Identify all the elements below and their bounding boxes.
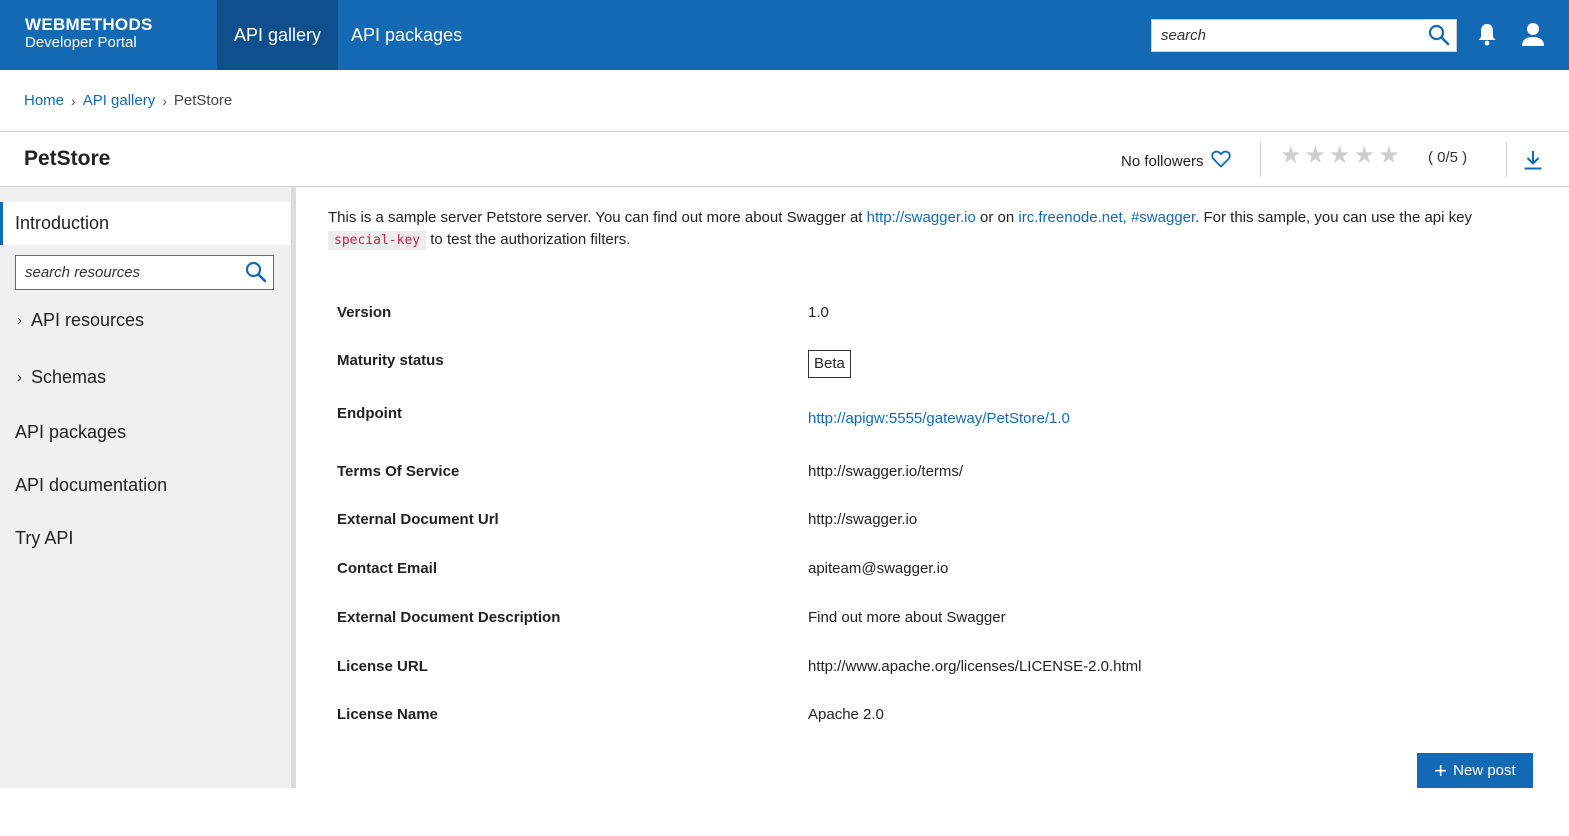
breadcrumb-current: PetStore xyxy=(173,92,233,109)
sidebar-item-label: API resources xyxy=(31,310,145,330)
ext-doc-url-value: http://swagger.io xyxy=(808,511,918,528)
resource-search xyxy=(15,255,274,290)
plus-icon: + xyxy=(1434,757,1448,783)
page-title: PetStore xyxy=(24,147,111,170)
endpoint-link[interactable]: http://apigw:5555/gateway/PetStore/1.0 xyxy=(808,410,1070,427)
contact-email-value: apiteam@swagger.io xyxy=(808,560,949,577)
api-description: This is a sample server Petstore server.… xyxy=(328,207,1528,252)
new-post-label: New post xyxy=(1453,762,1516,779)
download-icon[interactable] xyxy=(1523,150,1543,175)
divider xyxy=(1506,142,1507,177)
license-name-value: Apache 2.0 xyxy=(808,706,884,723)
status-badge: Beta xyxy=(808,350,851,378)
star-icon[interactable]: ★ xyxy=(1280,144,1302,168)
bell-icon[interactable] xyxy=(1477,22,1497,52)
chevron-right-icon: › xyxy=(162,92,167,109)
sidebar-item-label: Schemas xyxy=(31,367,107,387)
sidebar: Introduction › API resources › Schemas A… xyxy=(0,187,291,788)
license-url-label: License URL xyxy=(337,658,428,675)
version-label: Version xyxy=(337,304,392,321)
star-icon[interactable]: ★ xyxy=(1378,144,1400,168)
swagger-link[interactable]: http://swagger.io xyxy=(867,209,976,226)
sidebar-item-api-resources[interactable]: › API resources xyxy=(15,310,144,331)
divider xyxy=(1260,142,1261,177)
user-icon[interactable] xyxy=(1521,22,1545,52)
divider xyxy=(0,131,1569,132)
sidebar-item-try-api[interactable]: Try API xyxy=(15,528,73,549)
chevron-right-icon: › xyxy=(17,369,22,386)
license-url-value: http://www.apache.org/licenses/LICENSE-2… xyxy=(808,658,1142,675)
sidebar-item-api-packages[interactable]: API packages xyxy=(15,422,126,443)
contact-email-label: Contact Email xyxy=(337,560,438,577)
global-search xyxy=(1151,19,1457,52)
portal-logo[interactable]: WEBMETHODS Developer Portal xyxy=(25,16,153,52)
description-text: or on xyxy=(975,209,1019,226)
sidebar-item-introduction[interactable]: Introduction xyxy=(0,202,291,245)
search-icon[interactable] xyxy=(245,261,267,288)
star-rating[interactable]: ★ ★ ★ ★ ★ xyxy=(1280,144,1400,168)
sidebar-item-schemas[interactable]: › Schemas xyxy=(15,367,106,388)
chevron-right-icon: › xyxy=(17,312,22,329)
license-name-label: License Name xyxy=(337,706,438,723)
heart-icon[interactable] xyxy=(1210,150,1231,172)
ext-doc-url-label: External Document Url xyxy=(337,511,499,528)
description-text: to test the authorization filters. xyxy=(426,231,631,248)
star-icon[interactable]: ★ xyxy=(1354,144,1376,168)
ext-doc-desc-value: Find out more about Swagger xyxy=(808,609,1006,626)
terms-label: Terms Of Service xyxy=(337,463,460,480)
description-text: This is a sample server Petstore server.… xyxy=(328,209,867,226)
breadcrumb-api-gallery[interactable]: API gallery xyxy=(83,92,156,109)
tab-api-gallery[interactable]: API gallery xyxy=(217,0,339,70)
description-text: . For this sample, you can use the api k… xyxy=(1195,209,1472,226)
followers-label: No followers xyxy=(1121,152,1204,170)
irc-link[interactable]: irc.freenode.net, #swagger xyxy=(1018,209,1195,226)
breadcrumb: Home › API gallery › PetStore xyxy=(24,92,232,109)
logo-subtitle: Developer Portal xyxy=(25,34,137,51)
resource-search-input[interactable] xyxy=(16,256,236,289)
terms-value: http://swagger.io/terms/ xyxy=(808,463,964,480)
star-icon[interactable]: ★ xyxy=(1305,144,1327,168)
chevron-right-icon: › xyxy=(71,92,76,109)
tab-api-packages[interactable]: API packages xyxy=(334,0,479,70)
endpoint-label: Endpoint xyxy=(337,405,402,422)
maturity-value: Beta xyxy=(808,350,851,378)
star-icon[interactable]: ★ xyxy=(1329,144,1351,168)
search-icon[interactable] xyxy=(1428,24,1450,51)
global-search-input[interactable] xyxy=(1152,20,1422,51)
sidebar-item-api-documentation[interactable]: API documentation xyxy=(15,475,167,496)
rating-count: ( 0/5 ) xyxy=(1428,149,1468,166)
new-post-button[interactable]: + New post xyxy=(1417,753,1533,788)
sidebar-divider xyxy=(291,187,296,788)
follow-control[interactable]: No followers xyxy=(1121,150,1231,172)
maturity-label: Maturity status xyxy=(337,352,444,369)
ext-doc-desc-label: External Document Description xyxy=(337,609,561,626)
logo-title: WEBMETHODS xyxy=(25,15,153,34)
version-value: 1.0 xyxy=(808,304,829,321)
breadcrumb-home[interactable]: Home xyxy=(24,92,64,109)
top-header: WEBMETHODS Developer Portal API gallery … xyxy=(0,0,1569,70)
api-key-code: special-key xyxy=(328,231,427,250)
